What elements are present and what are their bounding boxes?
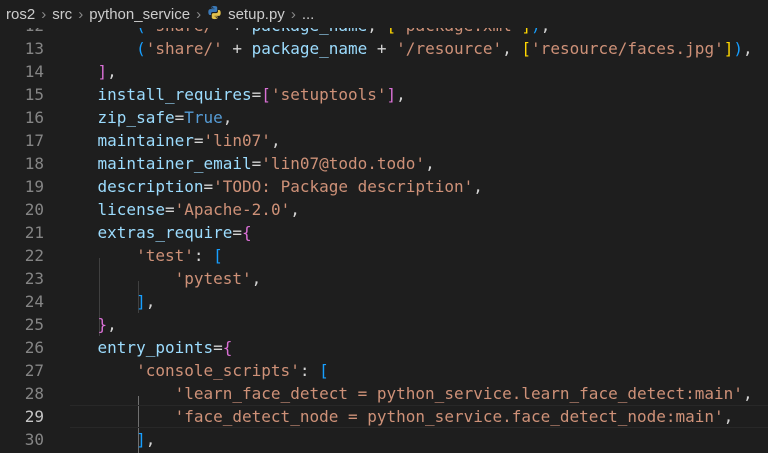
line-number: 26	[24, 338, 44, 357]
code-line[interactable]: 23 'pytest',	[0, 267, 768, 290]
code-line[interactable]: 15 install_requires=['setuptools'],	[0, 83, 768, 106]
line-number: 29	[24, 407, 44, 426]
code-line[interactable]: 21 extras_require={	[0, 221, 768, 244]
line-number: 30	[24, 430, 44, 449]
breadcrumb-separator: ›	[78, 5, 84, 23]
line-number: 23	[24, 269, 44, 288]
code-text[interactable]: },	[59, 313, 117, 336]
code-line[interactable]: 20 license='Apache-2.0',	[0, 198, 768, 221]
code-text[interactable]: maintainer_email='lin07@todo.todo',	[59, 152, 435, 175]
breadcrumb: ros2 › src › python_service › setup.py ›…	[0, 0, 768, 28]
python-file-icon	[207, 5, 222, 24]
code-line[interactable]: 14 ],	[0, 60, 768, 83]
breadcrumb-item-symbols[interactable]: ...	[302, 6, 315, 23]
code-line[interactable]: 29 'face_detect_node = python_service.fa…	[0, 405, 768, 428]
line-number: 13	[24, 39, 44, 58]
code-text[interactable]: maintainer='lin07',	[59, 129, 281, 152]
breadcrumb-item-python-service[interactable]: python_service	[89, 6, 190, 23]
code-text[interactable]: ],	[59, 290, 155, 313]
breadcrumb-separator: ›	[290, 5, 296, 23]
breadcrumb-item-setup-py[interactable]: setup.py	[228, 6, 285, 23]
code-line[interactable]: 22 'test': [	[0, 244, 768, 267]
code-line[interactable]: 13 ('share/' + package_name + '/resource…	[0, 37, 768, 60]
code-line[interactable]: 19 description='TODO: Package descriptio…	[0, 175, 768, 198]
line-number: 18	[24, 154, 44, 173]
breadcrumb-item-src[interactable]: src	[52, 6, 72, 23]
code-line[interactable]: 30 ],	[0, 428, 768, 451]
code-text[interactable]: 'pytest',	[59, 267, 262, 290]
code-text[interactable]: 'console_scripts': [	[59, 359, 329, 382]
code-text[interactable]: entry_points={	[59, 336, 233, 359]
line-number: 19	[24, 177, 44, 196]
code-line[interactable]: 17 maintainer='lin07',	[0, 129, 768, 152]
code-line[interactable]: 18 maintainer_email='lin07@todo.todo',	[0, 152, 768, 175]
breadcrumb-separator: ›	[41, 5, 47, 23]
code-line[interactable]: 25 },	[0, 313, 768, 336]
code-text[interactable]: ('share/' + package_name + '/resource', …	[59, 37, 753, 60]
code-line[interactable]: 26 entry_points={	[0, 336, 768, 359]
line-number: 25	[24, 315, 44, 334]
code-line[interactable]: 16 zip_safe=True,	[0, 106, 768, 129]
line-number: 17	[24, 131, 44, 150]
line-number: 20	[24, 200, 44, 219]
code-text[interactable]: 'test': [	[59, 244, 223, 267]
code-text[interactable]: install_requires=['setuptools'],	[59, 83, 406, 106]
code-text[interactable]: license='Apache-2.0',	[59, 198, 300, 221]
code-editor[interactable]: 12 ('share/' + package_name, ['package.x…	[0, 0, 768, 453]
line-number: 16	[24, 108, 44, 127]
line-number: 28	[24, 384, 44, 403]
code-line[interactable]: 28 'learn_face_detect = python_service.l…	[0, 382, 768, 405]
code-text[interactable]: ],	[59, 60, 117, 83]
code-text[interactable]: description='TODO: Package description',	[59, 175, 483, 198]
code-text[interactable]: 'face_detect_node = python_service.face_…	[59, 405, 734, 428]
line-number: 24	[24, 292, 44, 311]
code-text[interactable]: extras_require={	[59, 221, 252, 244]
code-text[interactable]: ],	[59, 428, 155, 451]
line-number: 15	[24, 85, 44, 104]
code-text[interactable]: zip_safe=True,	[59, 106, 233, 129]
line-number: 22	[24, 246, 44, 265]
code-line[interactable]: 24 ],	[0, 290, 768, 313]
breadcrumb-item-ros2[interactable]: ros2	[6, 6, 35, 23]
line-number: 14	[24, 62, 44, 81]
breadcrumb-separator: ›	[196, 5, 202, 23]
code-text[interactable]: 'learn_face_detect = python_service.lear…	[59, 382, 753, 405]
line-number: 21	[24, 223, 44, 242]
line-number: 27	[24, 361, 44, 380]
code-line[interactable]: 27 'console_scripts': [	[0, 359, 768, 382]
